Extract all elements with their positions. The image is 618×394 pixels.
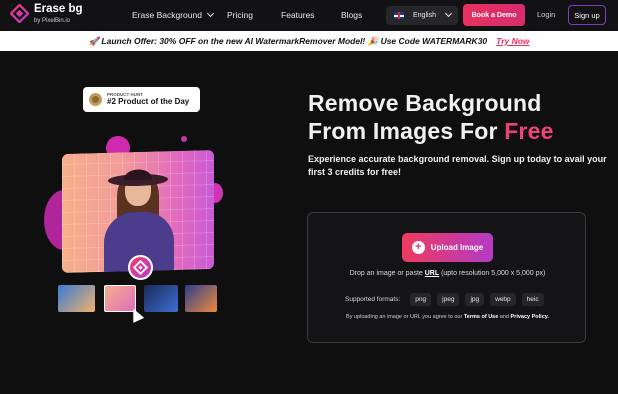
format-chip: webp bbox=[490, 293, 516, 306]
login-button[interactable]: Login bbox=[537, 10, 555, 19]
uk-flag-icon bbox=[394, 12, 404, 19]
plus-icon: + bbox=[411, 241, 425, 254]
drop-suffix: (upto resolution 5,000 x 5,000 px) bbox=[439, 270, 546, 277]
chevron-down-icon bbox=[444, 9, 453, 18]
brand-name: Erase bg bbox=[34, 3, 83, 15]
chevron-down-icon bbox=[206, 9, 214, 18]
erasebg-app-icon bbox=[128, 255, 153, 280]
upload-image-button[interactable]: + Upload Image bbox=[402, 233, 493, 262]
nav-erase-background-label: Erase Background bbox=[132, 10, 202, 20]
try-now-link[interactable]: Try Now bbox=[496, 36, 529, 46]
agree-and: and bbox=[498, 314, 511, 320]
book-demo-button[interactable]: Book a Demo bbox=[463, 4, 525, 26]
upload-image-label: Upload Image bbox=[430, 243, 484, 252]
drop-prefix: Drop an image or paste bbox=[349, 270, 425, 277]
nav-blogs[interactable]: Blogs bbox=[341, 10, 362, 20]
subject-hat bbox=[108, 169, 168, 187]
format-chip: png bbox=[410, 293, 432, 306]
promo-banner: 🚀 Launch Offer: 30% OFF on the new AI Wa… bbox=[0, 31, 618, 51]
headline-line-2-text: From Images For bbox=[308, 118, 505, 144]
nav-pricing[interactable]: Pricing bbox=[227, 10, 253, 20]
medal-icon bbox=[89, 93, 102, 106]
top-nav: Erase bg by PixelBin.io Erase Background… bbox=[0, 0, 618, 31]
sample-thumbnail[interactable] bbox=[185, 285, 217, 312]
brand-logo[interactable]: Erase bg by PixelBin.io bbox=[9, 3, 83, 24]
formats-label: Supported formats: bbox=[345, 296, 401, 303]
brand-byline: by PixelBin.io bbox=[34, 17, 71, 24]
product-hunt-rank: #2 Product of the Day bbox=[107, 97, 190, 107]
drop-instructions: Drop an image or paste URL (upto resolut… bbox=[308, 270, 587, 277]
sample-thumbnail[interactable] bbox=[104, 285, 136, 312]
sample-thumbnail[interactable] bbox=[58, 285, 95, 312]
nav-features[interactable]: Features bbox=[281, 10, 315, 20]
terms-notice: By uploading an image or URL you agree t… bbox=[308, 314, 587, 320]
terms-of-use-link[interactable]: Terms of Use bbox=[464, 314, 498, 320]
headline-line-1: Remove Background bbox=[308, 90, 542, 116]
erasebg-logo-icon bbox=[9, 3, 30, 24]
decorative-dot bbox=[181, 136, 187, 142]
headline-line-2: From Images For Free bbox=[308, 117, 554, 145]
paste-url-link[interactable]: URL bbox=[425, 270, 439, 277]
hero-subtext: Experience accurate background removal. … bbox=[308, 154, 607, 177]
format-chip: jpeg bbox=[437, 293, 460, 306]
nav-erase-background[interactable]: Erase Background bbox=[132, 9, 214, 20]
product-hunt-badge[interactable]: PRODUCT HUNT #2 Product of the Day bbox=[83, 87, 200, 112]
headline-highlight: Free bbox=[504, 118, 554, 144]
format-chip: heic bbox=[521, 293, 544, 306]
supported-formats: Supported formats: png jpeg jpg webp hei… bbox=[345, 293, 544, 306]
upload-dropzone[interactable]: + Upload Image Drop an image or paste UR… bbox=[307, 212, 586, 343]
signup-button[interactable]: Sign up bbox=[568, 5, 606, 25]
hero-headline: Remove Background From Images For Free bbox=[308, 89, 554, 145]
promo-text: 🚀 Launch Offer: 30% OFF on the new AI Wa… bbox=[88, 35, 488, 46]
agree-prefix: By uploading an image or URL you agree t… bbox=[346, 314, 464, 320]
format-chip: jpg bbox=[465, 293, 485, 306]
language-selector[interactable]: English bbox=[386, 6, 458, 25]
language-label: English bbox=[413, 12, 436, 19]
privacy-policy-link[interactable]: Privacy Policy. bbox=[511, 314, 549, 320]
sample-thumbnail[interactable] bbox=[144, 285, 178, 312]
